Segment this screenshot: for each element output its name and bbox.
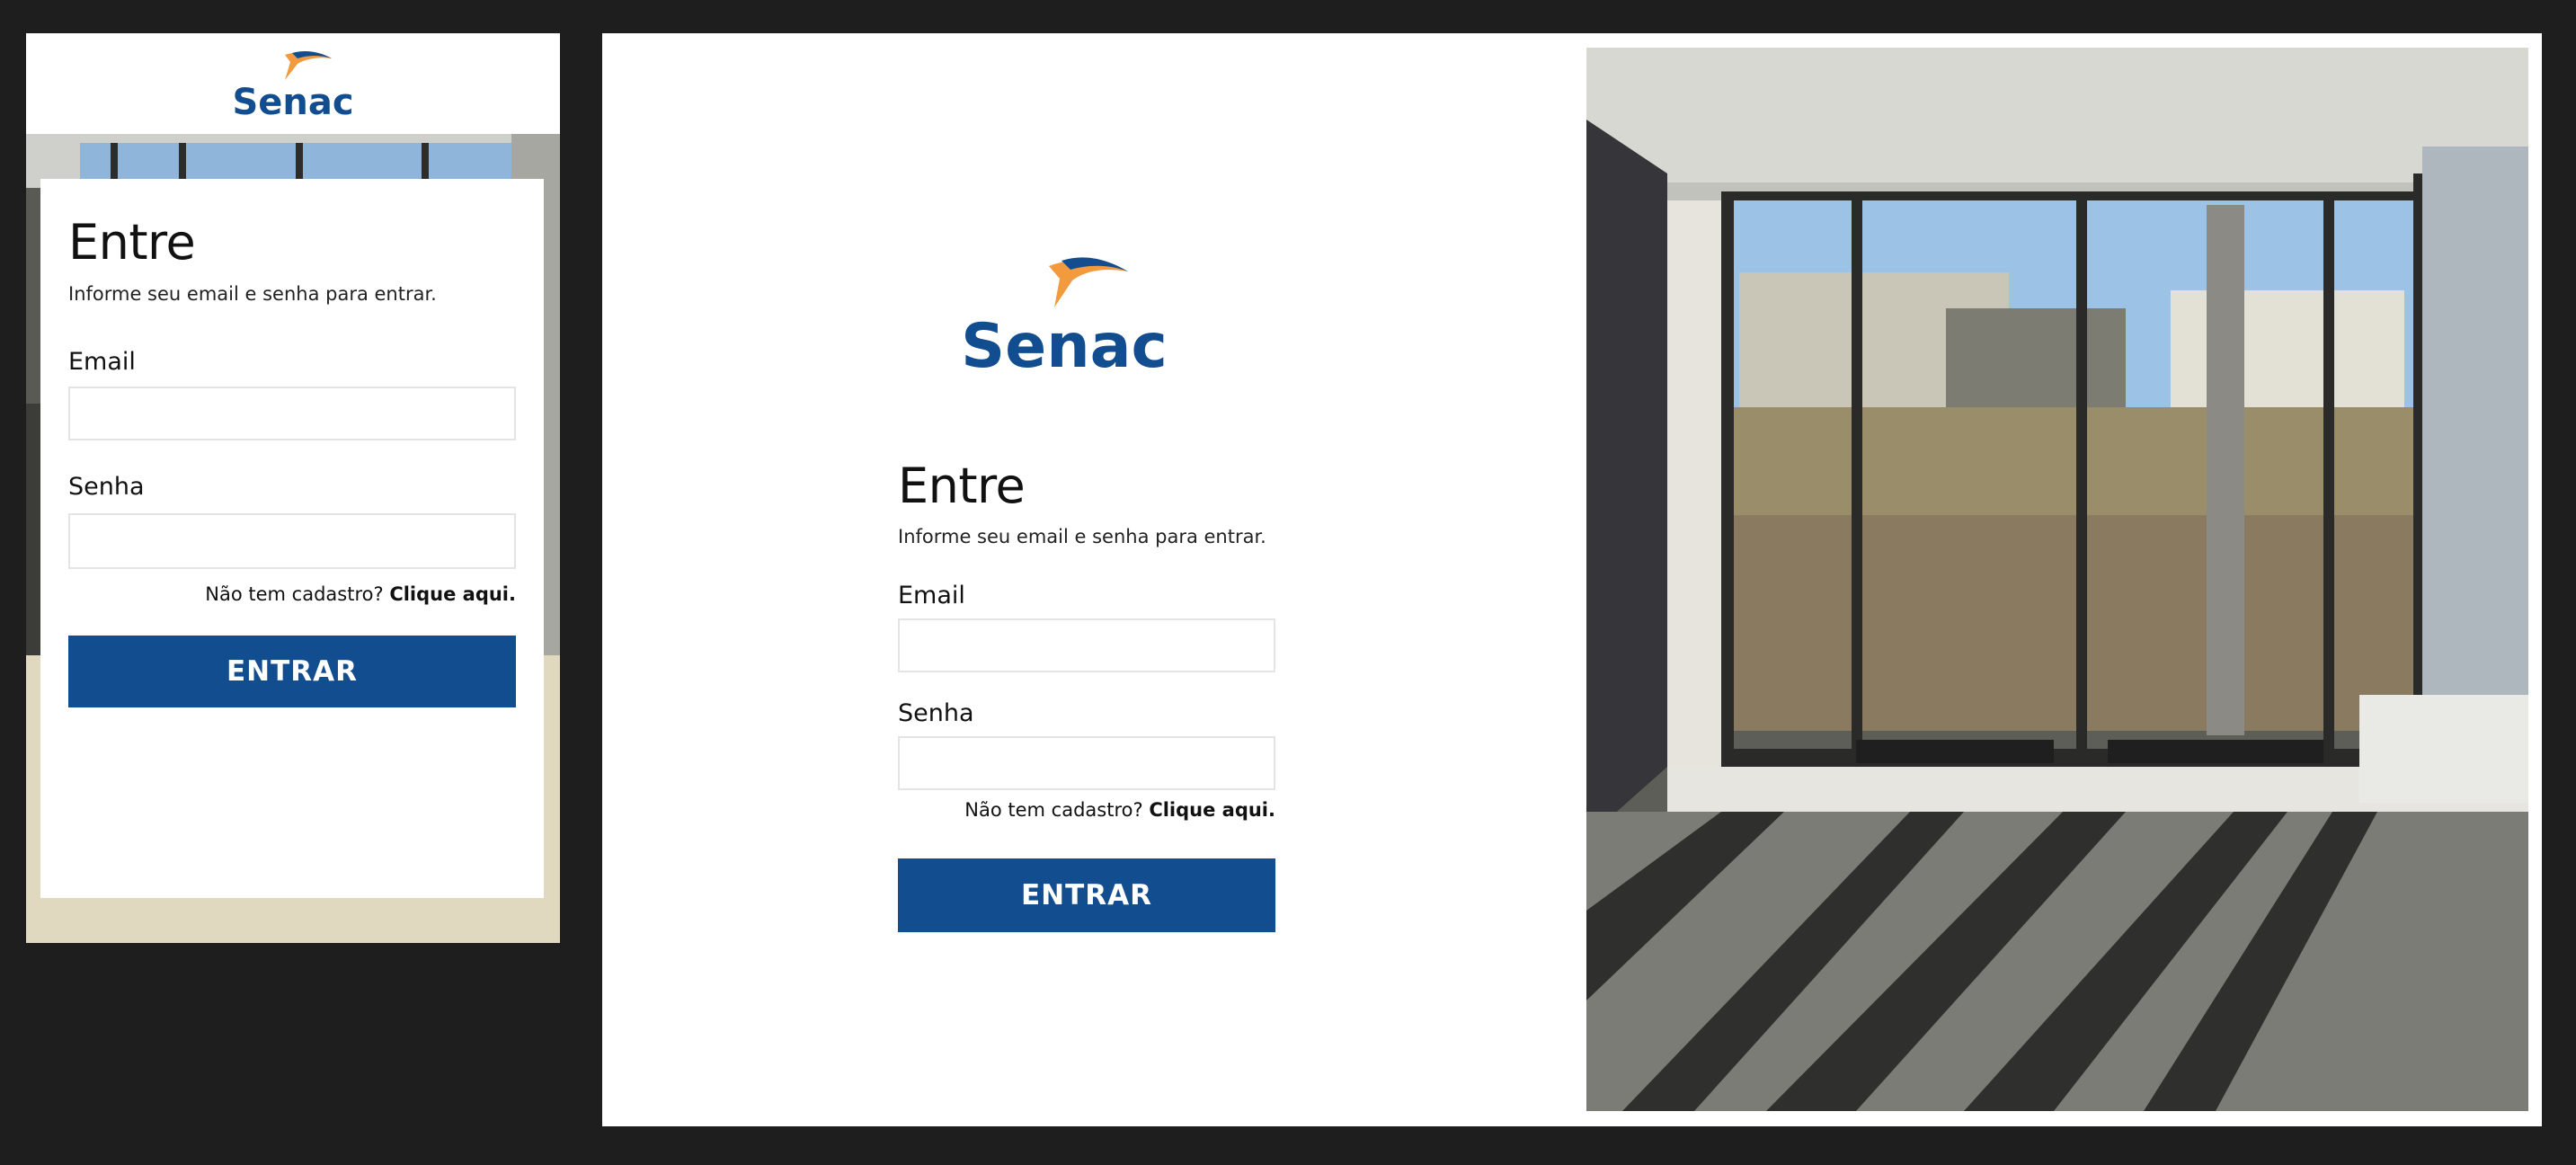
mobile-login-card: Entre Informe seu email e senha para ent… xyxy=(40,179,544,898)
desktop-login-frame: Senac Entre Informe seu email e senha pa… xyxy=(602,33,2542,1126)
desktop-login-form: Entre Informe seu email e senha para ent… xyxy=(898,459,1275,932)
page-title: Entre xyxy=(898,458,1026,514)
senac-logo: Senac xyxy=(233,51,353,120)
signup-prompt: Não tem cadastro? xyxy=(964,799,1143,821)
signup-row: Não tem cadastro? Clique aqui. xyxy=(68,583,516,605)
submit-button[interactable]: ENTRAR xyxy=(898,858,1275,932)
password-label: Senha xyxy=(68,473,145,501)
password-label: Senha xyxy=(898,699,974,727)
senac-logo: Senac xyxy=(961,257,1168,374)
email-field[interactable] xyxy=(68,387,516,440)
logo-wordmark: Senac xyxy=(233,82,353,120)
email-field[interactable] xyxy=(898,618,1275,672)
password-field[interactable] xyxy=(68,513,516,569)
email-label: Email xyxy=(898,582,965,609)
signup-prompt: Não tem cadastro? xyxy=(205,583,384,605)
signup-link[interactable]: Clique aqui. xyxy=(1149,799,1275,821)
email-label: Email xyxy=(68,348,136,376)
password-field[interactable] xyxy=(898,736,1275,790)
page-subtitle: Informe seu email e senha para entrar. xyxy=(898,526,1266,547)
logo-wordmark: Senac xyxy=(961,311,1168,374)
page-title: Entre xyxy=(68,214,196,271)
signup-link[interactable]: Clique aqui. xyxy=(389,583,516,605)
page-subtitle: Informe seu email e senha para entrar. xyxy=(68,283,437,305)
desktop-side-photo xyxy=(1586,48,2528,1111)
submit-button[interactable]: ENTRAR xyxy=(68,636,516,707)
mobile-login-frame: Senac Entre Informe seu email e senha pa… xyxy=(26,33,560,943)
mobile-header: Senac xyxy=(26,33,560,134)
signup-row: Não tem cadastro? Clique aqui. xyxy=(898,799,1275,821)
